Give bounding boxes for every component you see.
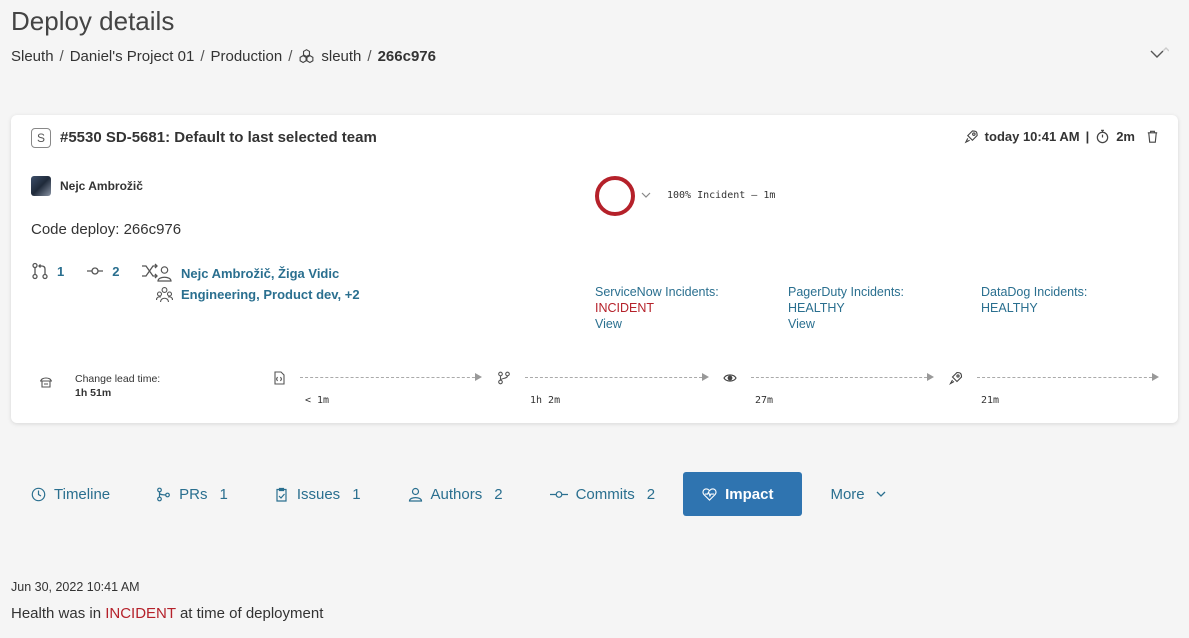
incident-status: INCIDENT bbox=[595, 301, 655, 315]
tab-count: 2 bbox=[646, 485, 656, 503]
chevron-down-icon[interactable] bbox=[640, 189, 652, 201]
deploy-authors[interactable]: Nejc Ambrožič, Žiga Vidic bbox=[181, 266, 339, 281]
health-event-status: INCIDENT bbox=[105, 605, 176, 622]
breadcrumb-repo[interactable]: sleuth bbox=[321, 48, 361, 65]
deploy-meta: today 10:41 AM | 2m bbox=[964, 129, 1160, 144]
deploy-duration: 2m bbox=[1116, 129, 1135, 144]
author-name: Nejc Ambrožič bbox=[60, 179, 143, 193]
health-summary: 100% Incident – 1m bbox=[667, 190, 776, 201]
incident-source-label: PagerDuty Incidents: bbox=[788, 285, 905, 299]
commit-icon bbox=[87, 267, 104, 275]
incident-servicenow: ServiceNow Incidents: INCIDENT View bbox=[595, 284, 719, 332]
incident-status: HEALTHY bbox=[788, 301, 845, 315]
stage-duration: < 1m bbox=[305, 395, 330, 406]
breadcrumb: Sleuth / Daniel's Project 01 / Productio… bbox=[11, 48, 436, 65]
git-branch-icon bbox=[498, 371, 510, 385]
rocket-icon bbox=[964, 130, 978, 144]
deploy-teams[interactable]: Engineering, Product dev, +2 bbox=[181, 287, 360, 302]
trash-icon[interactable] bbox=[1145, 129, 1160, 144]
breadcrumb-environment[interactable]: Production bbox=[210, 48, 282, 65]
avatar bbox=[31, 176, 51, 196]
chevron-down-icon[interactable] bbox=[1149, 46, 1169, 62]
change-counts: 1 2 bbox=[31, 262, 159, 280]
lead-time-value: 1h 51m bbox=[75, 387, 112, 399]
health-event-date: Jun 30, 2022 10:41 AM bbox=[11, 580, 140, 594]
tab-authors[interactable]: Authors 2 bbox=[408, 472, 503, 516]
stage-arrow bbox=[977, 373, 1159, 381]
detail-tabs: Timeline PRs 1 Issues 1 Authors 2 Commit… bbox=[31, 472, 887, 516]
incident-pagerduty: PagerDuty Incidents: HEALTHY View bbox=[788, 284, 904, 332]
pr-count[interactable]: 1 bbox=[57, 264, 64, 279]
eye-icon bbox=[723, 374, 737, 382]
tab-label: Impact bbox=[725, 485, 774, 503]
heart-pulse-icon bbox=[702, 487, 717, 501]
deploy-source-badge: S bbox=[31, 128, 51, 148]
pull-request-icon bbox=[32, 262, 48, 280]
tab-label: PRs bbox=[179, 485, 208, 503]
chevron-down-icon bbox=[876, 491, 886, 497]
tab-count: 1 bbox=[219, 485, 228, 503]
code-file-icon bbox=[274, 371, 285, 385]
health-event-text: Health was in INCIDENT at time of deploy… bbox=[11, 605, 323, 622]
commit-count[interactable]: 2 bbox=[112, 264, 119, 279]
stopwatch-icon bbox=[1096, 129, 1109, 144]
breadcrumb-separator: / bbox=[200, 48, 205, 65]
code-deploy-label: Code deploy: 266c976 bbox=[31, 221, 182, 238]
tab-label: Timeline bbox=[54, 485, 111, 503]
tab-impact[interactable]: Impact bbox=[683, 472, 803, 516]
tab-timeline[interactable]: Timeline bbox=[31, 472, 110, 516]
health-event-prefix: Health was in bbox=[11, 605, 102, 622]
meta-separator: | bbox=[1085, 129, 1090, 144]
tab-commits[interactable]: Commits 2 bbox=[549, 472, 656, 516]
incident-status: HEALTHY bbox=[981, 301, 1038, 315]
breadcrumb-sha: 266c976 bbox=[377, 48, 436, 65]
repo-cubes-icon bbox=[299, 49, 314, 64]
tab-issues[interactable]: Issues 1 bbox=[274, 472, 361, 516]
deploy-title[interactable]: #5530 SD-5681: Default to last selected … bbox=[60, 129, 377, 146]
breadcrumb-project[interactable]: Daniel's Project 01 bbox=[70, 48, 195, 65]
commit-icon bbox=[549, 490, 568, 498]
incident-view-link[interactable]: View bbox=[595, 316, 719, 332]
incident-view-link[interactable]: View bbox=[788, 316, 904, 332]
tab-label: More bbox=[830, 485, 865, 503]
incident-source-label: DataDog Incidents: bbox=[981, 285, 1088, 299]
lead-time-label: Change lead time: bbox=[75, 373, 161, 385]
tab-more[interactable]: More bbox=[830, 472, 886, 516]
team-icon bbox=[156, 287, 173, 303]
rocket-icon bbox=[949, 371, 963, 385]
pull-request-icon bbox=[157, 487, 171, 501]
incident-source-label: ServiceNow Incidents: bbox=[595, 285, 719, 299]
health-ring[interactable] bbox=[595, 176, 635, 216]
incident-datadog: DataDog Incidents: HEALTHY bbox=[981, 284, 1087, 316]
tab-label: Issues bbox=[296, 485, 341, 503]
breadcrumb-org[interactable]: Sleuth bbox=[11, 48, 54, 65]
tab-label: Authors bbox=[430, 485, 483, 503]
user-icon bbox=[408, 487, 422, 502]
tab-count: 2 bbox=[494, 485, 503, 503]
stage-arrow bbox=[300, 373, 482, 381]
lead-time-icon bbox=[40, 377, 52, 388]
clipboard-icon bbox=[276, 487, 287, 502]
clock-icon bbox=[31, 487, 46, 501]
deploy-time: today 10:41 AM bbox=[984, 129, 1080, 144]
breadcrumb-separator: / bbox=[59, 48, 64, 65]
stage-arrow bbox=[751, 373, 934, 381]
page-title: Deploy details bbox=[11, 6, 175, 36]
stage-arrow bbox=[525, 373, 709, 381]
health-event-suffix: at time of deployment bbox=[179, 605, 324, 622]
people-list: Nejc Ambrožič, Žiga Vidic Engineering, P… bbox=[156, 263, 360, 305]
stage-duration: 27m bbox=[755, 395, 774, 406]
user-icon bbox=[157, 266, 172, 282]
tab-prs[interactable]: PRs 1 bbox=[156, 472, 228, 516]
tab-count: 1 bbox=[352, 485, 361, 503]
stage-duration: 21m bbox=[981, 395, 1000, 406]
lead-time: Change lead time: 1h 51m bbox=[75, 372, 160, 400]
breadcrumb-separator: / bbox=[367, 48, 372, 65]
tab-label: Commits bbox=[575, 485, 635, 503]
stage-duration: 1h 2m bbox=[530, 395, 561, 406]
deploy-card: S #5530 SD-5681: Default to last selecte… bbox=[11, 115, 1178, 423]
breadcrumb-separator: / bbox=[288, 48, 293, 65]
